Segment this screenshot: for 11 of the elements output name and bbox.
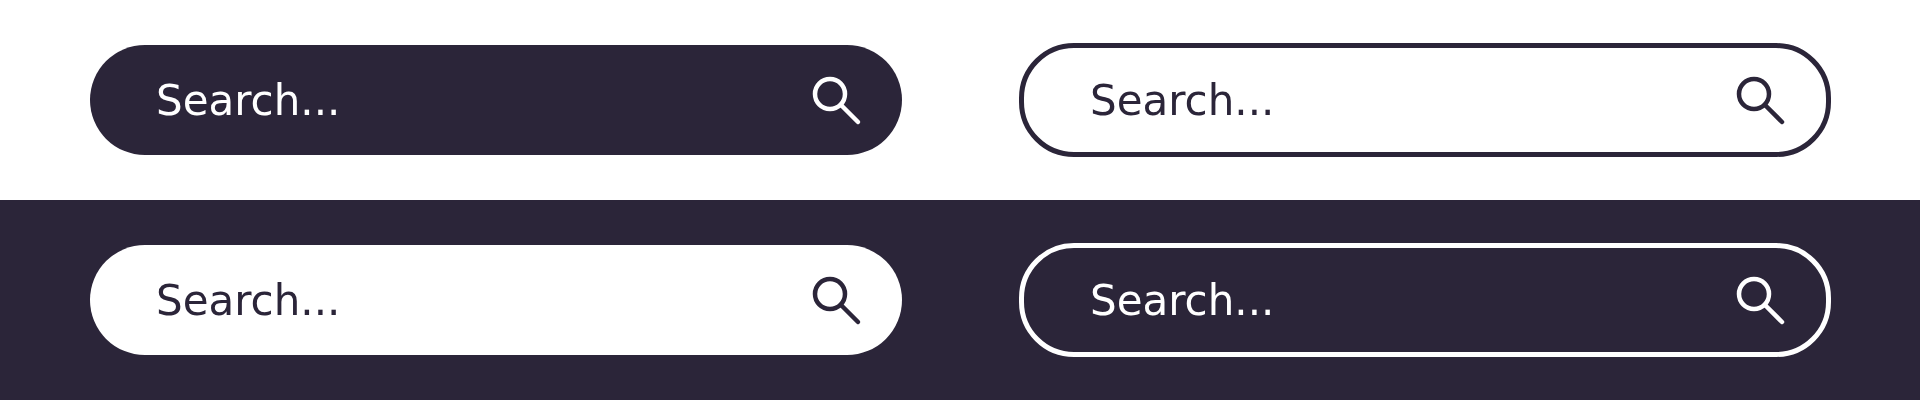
search-icon[interactable]	[1734, 274, 1786, 326]
search-icon[interactable]	[1734, 74, 1786, 126]
search-field[interactable]: Search...	[1090, 75, 1734, 125]
search-bar[interactable]: Search...	[1019, 43, 1831, 157]
search-bar[interactable]: Search...	[90, 245, 902, 355]
search-bar[interactable]: Search...	[90, 45, 902, 155]
search-icon[interactable]	[810, 274, 862, 326]
search-icon[interactable]	[810, 74, 862, 126]
search-field[interactable]: Search...	[1090, 275, 1734, 325]
search-field[interactable]: Search...	[156, 75, 810, 125]
search-field[interactable]: Search...	[156, 275, 810, 325]
